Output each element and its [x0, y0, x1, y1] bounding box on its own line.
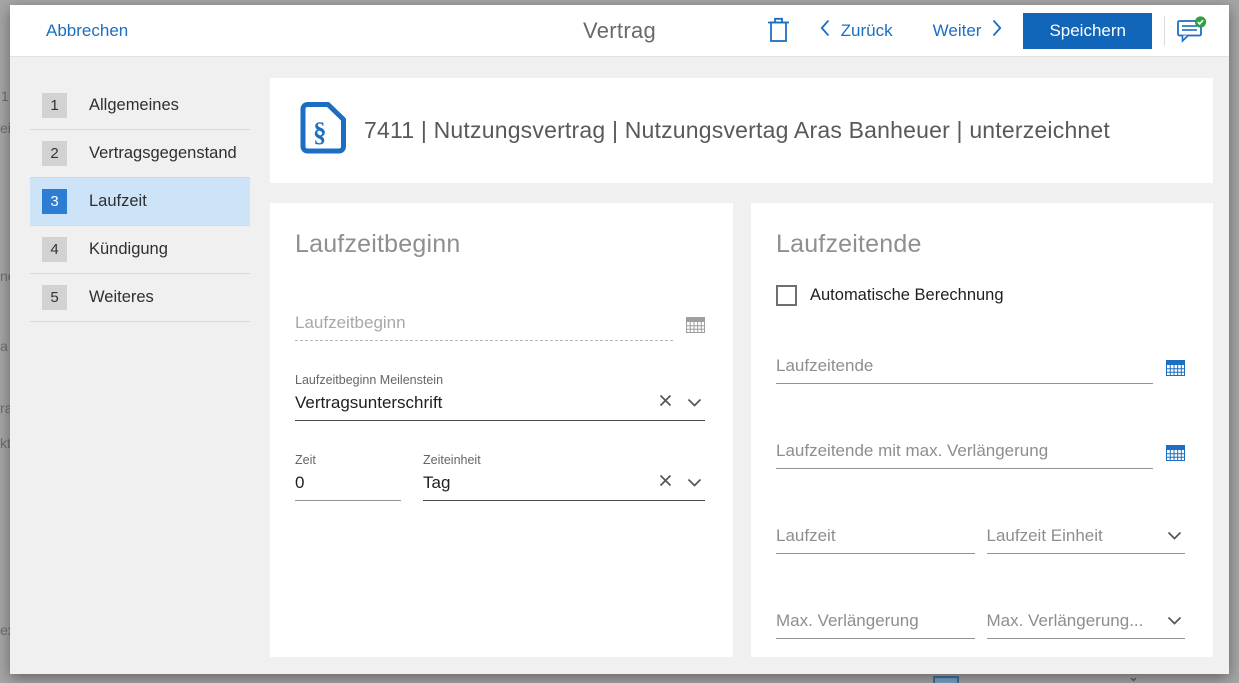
next-button[interactable]: Weiter	[933, 19, 1003, 42]
panels-row: Laufzeitbeginn	[270, 203, 1213, 657]
auto-calc-checkbox[interactable]	[776, 285, 797, 306]
main-content: § 7411 | Nutzungsvertrag | Nutzungsverta…	[270, 78, 1213, 657]
chevron-left-icon	[820, 19, 830, 42]
time-unit-row: Zeit Zeiteinheit	[295, 453, 705, 501]
step-label: Weiteres	[89, 288, 154, 307]
vertrag-dialog: Abbrechen Vertrag Zurück Weit	[10, 5, 1229, 674]
sidebar-item-kuendigung[interactable]: 4 Kündigung	[30, 226, 250, 274]
step-label: Laufzeit	[89, 192, 147, 211]
laufzeitende-date-field	[776, 356, 1185, 384]
backdrop-text-fragment: a	[0, 338, 8, 354]
laufzeit-field	[776, 526, 975, 554]
cancel-button[interactable]: Abbrechen	[46, 21, 128, 41]
max-verlaengerung-field	[776, 611, 975, 639]
sidebar-item-laufzeit[interactable]: 3 Laufzeit	[30, 178, 250, 226]
step-number: 4	[42, 237, 67, 262]
back-label: Zurück	[841, 21, 893, 41]
auto-calc-label: Automatische Berechnung	[810, 286, 1004, 305]
chevron-down-icon[interactable]	[1167, 612, 1182, 630]
calendar-icon	[686, 317, 705, 338]
step-number: 5	[42, 285, 67, 310]
max-verlaengerung-row	[776, 611, 1185, 639]
field-label: Zeiteinheit	[423, 453, 705, 467]
clear-icon[interactable]	[659, 474, 672, 492]
trash-icon	[767, 16, 790, 46]
laufzeit-row	[776, 526, 1185, 554]
calendar-icon[interactable]	[1166, 360, 1185, 381]
laufzeit-einheit-field	[987, 526, 1186, 554]
step-label: Allgemeines	[89, 96, 179, 115]
next-label: Weiter	[933, 21, 982, 41]
laufzeitende-max-date-input[interactable]	[776, 441, 1153, 461]
dialog-toolbar: Abbrechen Vertrag Zurück Weit	[10, 5, 1229, 57]
chevron-down-icon[interactable]	[1167, 527, 1182, 545]
laufzeitbeginn-date-input	[295, 313, 673, 333]
panel-title: Laufzeitbeginn	[295, 230, 705, 259]
sidebar-item-weiteres[interactable]: 5 Weiteres	[30, 274, 250, 322]
comment-check-icon	[1177, 16, 1207, 46]
step-number: 2	[42, 141, 67, 166]
step-label: Vertragsgegenstand	[89, 144, 237, 163]
max-verlaengerung-einheit-field	[987, 611, 1186, 639]
laufzeitende-panel: Laufzeitende Automatische Berechnung	[751, 203, 1213, 657]
save-button[interactable]: Speichern	[1023, 13, 1152, 49]
step-label: Kündigung	[89, 240, 168, 259]
chevron-right-icon	[992, 19, 1002, 42]
laufzeit-einheit-combobox-input[interactable]	[987, 526, 1164, 546]
sidebar-item-vertragsgegenstand[interactable]: 2 Vertragsgegenstand	[30, 130, 250, 178]
step-nav: 1 Allgemeines 2 Vertragsgegenstand 3 Lau…	[30, 82, 250, 322]
dialog-title: Vertrag	[583, 18, 656, 44]
max-verlaengerung-einheit-combobox-input[interactable]	[987, 611, 1164, 631]
step-number: 3	[42, 189, 67, 214]
sidebar-item-allgemeines[interactable]: 1 Allgemeines	[30, 82, 250, 130]
calendar-icon	[933, 676, 959, 683]
calendar-icon[interactable]	[1166, 445, 1185, 466]
toolbar-divider	[1164, 16, 1165, 46]
panel-title: Laufzeitende	[776, 230, 1185, 259]
back-button[interactable]: Zurück	[820, 19, 893, 42]
milestone-field: Laufzeitbeginn Meilenstein	[295, 373, 705, 421]
zeit-input[interactable]	[295, 473, 401, 493]
field-label: Laufzeitbeginn Meilenstein	[295, 373, 705, 387]
backdrop-text-fragment: 1	[1, 88, 9, 104]
paragraph-document-icon: §	[300, 102, 346, 159]
clear-icon[interactable]	[659, 394, 672, 412]
laufzeit-input[interactable]	[776, 526, 975, 546]
record-title: 7411 | Nutzungsvertrag | Nutzungsvertag …	[364, 117, 1110, 144]
milestone-combobox-input[interactable]	[295, 393, 651, 413]
field-label: Zeit	[295, 453, 401, 467]
toolbar-actions: Zurück Weiter Speichern	[767, 13, 1207, 49]
chevron-down-icon[interactable]	[687, 474, 702, 492]
svg-text:§: §	[313, 117, 327, 147]
auto-calc-row: Automatische Berechnung	[776, 285, 1185, 306]
step-number: 1	[42, 93, 67, 118]
max-verlaengerung-input[interactable]	[776, 611, 975, 631]
record-header: § 7411 | Nutzungsvertrag | Nutzungsverta…	[270, 78, 1213, 183]
laufzeitende-date-input[interactable]	[776, 356, 1153, 376]
zeiteinheit-combobox-input[interactable]	[423, 473, 651, 493]
laufzeitbeginn-panel: Laufzeitbeginn	[270, 203, 733, 657]
chevron-down-icon[interactable]	[687, 394, 702, 412]
zeiteinheit-field: Zeiteinheit	[423, 453, 705, 501]
comments-button[interactable]	[1177, 16, 1207, 46]
delete-button[interactable]	[767, 16, 790, 46]
laufzeitbeginn-date-field	[295, 313, 705, 341]
zeit-field: Zeit	[295, 453, 401, 501]
laufzeitende-max-date-field	[776, 441, 1185, 469]
